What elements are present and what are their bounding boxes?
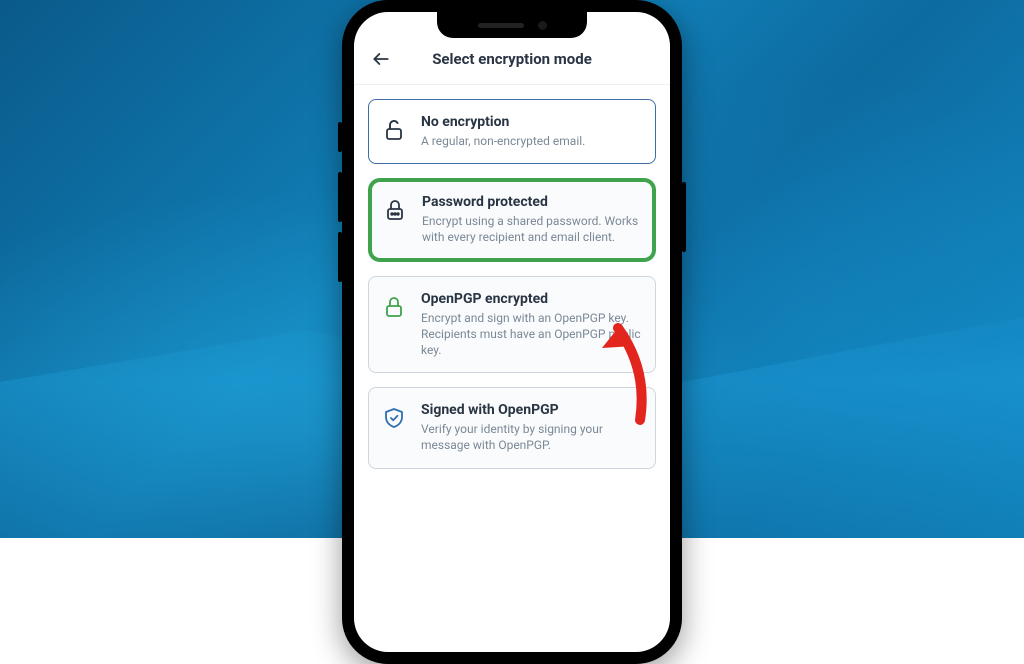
option-text: No encryption A regular, non-encrypted e…: [421, 114, 585, 149]
phone-notch: [437, 12, 587, 38]
option-no-encryption[interactable]: No encryption A regular, non-encrypted e…: [368, 99, 656, 164]
option-signed-openpgp[interactable]: Signed with OpenPGP Verify your identity…: [368, 387, 656, 468]
option-text: OpenPGP encrypted Encrypt and sign with …: [421, 291, 641, 359]
option-desc: A regular, non-encrypted email.: [421, 133, 585, 149]
lock-password-icon: [382, 198, 408, 222]
option-desc: Encrypt using a shared password. Works w…: [422, 213, 640, 245]
lock-pgp-icon: [381, 295, 407, 319]
option-text: Signed with OpenPGP Verify your identity…: [421, 402, 641, 453]
unlock-icon: [381, 118, 407, 142]
option-title: No encryption: [421, 114, 585, 130]
phone-volume-down: [338, 232, 342, 282]
phone-frame: Select encryption mode No encryption A r…: [342, 0, 682, 664]
page-title: Select encryption mode: [370, 50, 654, 68]
option-desc: Encrypt and sign with an OpenPGP key. Re…: [421, 310, 641, 359]
phone-volume-up: [338, 172, 342, 222]
phone-speaker: [478, 23, 524, 28]
shield-check-icon: [381, 406, 407, 430]
option-openpgp-encrypted[interactable]: OpenPGP encrypted Encrypt and sign with …: [368, 276, 656, 374]
app-screen: Select encryption mode No encryption A r…: [354, 12, 670, 652]
phone-mute-switch: [338, 122, 342, 152]
option-title: Signed with OpenPGP: [421, 402, 641, 418]
phone-power-button: [682, 182, 686, 252]
encryption-options-list: No encryption A regular, non-encrypted e…: [354, 85, 670, 469]
option-password-protected[interactable]: Password protected Encrypt using a share…: [368, 178, 656, 261]
option-desc: Verify your identity by signing your mes…: [421, 421, 641, 453]
option-text: Password protected Encrypt using a share…: [422, 194, 640, 245]
option-title: OpenPGP encrypted: [421, 291, 641, 307]
phone-camera: [538, 21, 547, 30]
option-title: Password protected: [422, 194, 640, 210]
